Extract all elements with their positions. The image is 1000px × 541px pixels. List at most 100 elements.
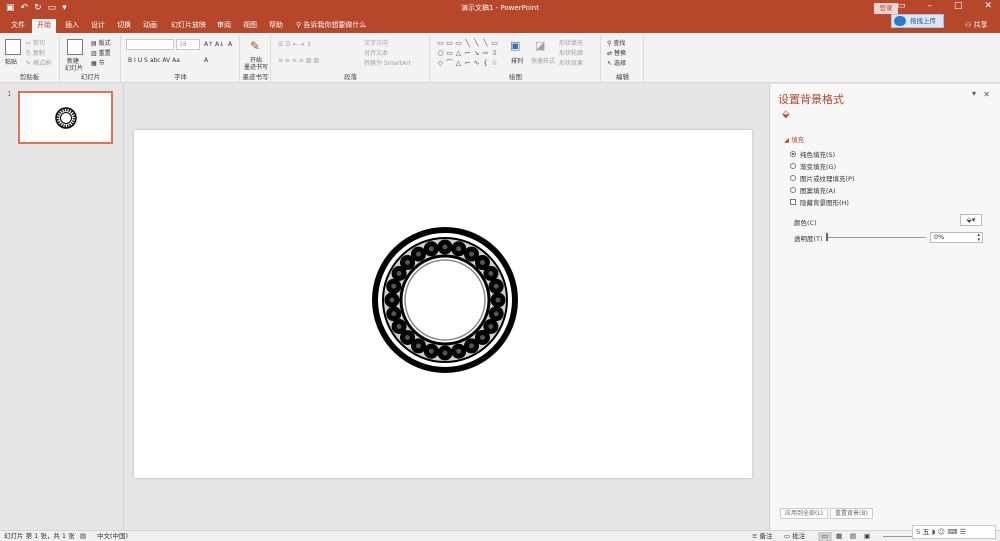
format-painter-label: 格式刷 [32, 60, 51, 67]
shapes-gallery[interactable]: ▭ ▭ ▭ ╲ ╲ ╲ ▭ ○ ▭ △ ⌐ ↘ ⇨ ⇩ ◇ ⌒ △ ⌐ ∿{☆ [436, 38, 498, 70]
transparency-slider-thumb[interactable] [826, 233, 828, 241]
layout-label: 版式 [98, 40, 111, 47]
radio-pattern[interactable] [790, 187, 796, 193]
fill-section-header[interactable]: ◢ 填充 [784, 134, 804, 144]
hide-graphics-checkbox[interactable] [790, 199, 796, 205]
spin-icon[interactable]: ▴ ▾ [977, 233, 980, 243]
tab-transitions[interactable]: 切换 [112, 19, 136, 33]
copy-button[interactable]: ⎘ 复制 [26, 48, 45, 58]
font-size-input[interactable]: 18 [176, 39, 200, 50]
find-button[interactable]: ⚲ 查找 [607, 38, 625, 47]
solid-fill-option[interactable]: 纯色填充(S) [790, 149, 835, 159]
close-icon[interactable]: ✕ [984, 1, 992, 11]
maximize-icon[interactable]: □ [954, 1, 963, 11]
hide-graphics-label: 隐藏背景图形(H) [800, 199, 849, 207]
radio-gradient[interactable] [790, 163, 796, 169]
slide-sorter-icon[interactable]: ▦ [836, 532, 842, 541]
bearing-ball-highlight [428, 246, 434, 252]
tab-insert[interactable]: 插入 [60, 19, 84, 33]
reading-view-icon[interactable]: ▤ [850, 532, 856, 541]
slide-thumbnail[interactable] [18, 91, 113, 144]
replace-button[interactable]: ⇄ 替换 [607, 48, 626, 57]
arrange-icon[interactable]: ▣ [510, 39, 520, 52]
format-painter-button[interactable]: ✎ 格式刷 [26, 58, 51, 67]
spellcheck-icon[interactable]: ▤ [80, 532, 86, 541]
grow-font-icon[interactable]: A↑ A↓ [204, 41, 224, 48]
section-button[interactable]: ▦ 节 [91, 58, 105, 67]
smartart-button[interactable]: 转换为 SmartArt [364, 58, 411, 67]
align-text-button[interactable]: 对齐文本 [364, 48, 388, 57]
font-color-icon[interactable]: A [204, 57, 208, 64]
reset-button[interactable]: ▥ 重置 [91, 48, 111, 57]
tell-me-search[interactable]: ⚲ 告诉我你想要做什么 [296, 20, 366, 30]
notes-button[interactable]: ≡ 备注 [752, 532, 773, 541]
group-clipboard: 粘贴 ✂ 剪切 ⎘ 复制 ✎ 格式刷 剪贴板 [0, 35, 60, 83]
bearing-graphic[interactable] [134, 130, 752, 478]
login-button[interactable]: 登录 [874, 3, 898, 14]
comments-button[interactable]: ▭ 批注 [784, 532, 805, 541]
new-slide-icon[interactable] [67, 39, 83, 55]
slide-canvas[interactable] [134, 130, 752, 478]
picture-fill-label: 图片或纹理填充(P) [800, 175, 855, 183]
minimize-icon[interactable]: – [927, 1, 932, 11]
font-style-icons[interactable]: B I U S abc AV Aa [128, 57, 180, 64]
shape-effects-button[interactable]: 形状效果 [559, 58, 583, 67]
align-icons[interactable]: ≡ ≡ ≡ ≡ ▥ ▥ [278, 57, 319, 64]
layout-button[interactable]: ▤ 版式 [91, 38, 111, 47]
tab-help[interactable]: 帮助 [264, 19, 288, 33]
select-button[interactable]: ↖ 选择 [607, 58, 626, 67]
font-name-input[interactable] [126, 39, 174, 50]
tab-animations[interactable]: 动画 [138, 19, 162, 33]
pattern-fill-option[interactable]: 图案填充(A) [790, 185, 836, 195]
tab-design[interactable]: 设计 [86, 19, 110, 33]
tab-view[interactable]: 视图 [238, 19, 262, 33]
quick-styles-icon[interactable]: ◪ [535, 39, 545, 52]
tab-slideshow[interactable]: 幻灯片放映 [166, 19, 211, 33]
gradient-fill-label: 渐变填充(G) [800, 163, 837, 171]
shape-outline-button[interactable]: 形状轮廓 [559, 48, 583, 57]
slides-label: 幻灯片 [80, 73, 101, 81]
apply-all-button[interactable]: 应用到全部(L) [780, 508, 829, 519]
paste-button[interactable]: 粘贴 [5, 57, 17, 66]
fill-section-label: 填充 [791, 136, 805, 144]
fill-bucket-icon[interactable]: ⬙ [782, 109, 790, 120]
pen-icon[interactable]: ✎ [250, 39, 260, 53]
start-ink-label-2[interactable]: 墨迹书写 [244, 62, 268, 71]
ime-toolbar[interactable]: S 五 ◗ ☺ ⌨ ☰ [912, 525, 996, 539]
find-label: 查找 [613, 40, 626, 47]
cut-button[interactable]: ✂ 剪切 [26, 38, 45, 47]
tab-review[interactable]: 审阅 [212, 19, 236, 33]
upload-button[interactable]: 拖拽上传 [891, 14, 944, 28]
close-icon[interactable]: ✕ [983, 90, 990, 99]
slideshow-icon[interactable]: ▣ [864, 532, 870, 541]
paste-icon[interactable] [5, 39, 21, 55]
shape-fill-button[interactable]: 形状填充 [559, 38, 583, 47]
share-button[interactable]: ⚇ 共享 [965, 20, 988, 30]
normal-view-icon[interactable]: ▭ [818, 532, 832, 541]
reset-label: 重置 [98, 50, 111, 57]
hide-graphics-option[interactable]: 隐藏背景图形(H) [790, 197, 849, 207]
color-label: 颜色(C) [794, 219, 817, 227]
gradient-fill-option[interactable]: 渐变填充(G) [790, 161, 836, 171]
select-label: 选择 [613, 60, 626, 67]
paragraph-label: 段落 [344, 73, 357, 81]
language-indicator[interactable]: 中文(中国) [97, 532, 128, 541]
quick-styles-button[interactable]: 快速样式 [531, 56, 555, 65]
color-picker-button[interactable]: ⬙▾ [960, 214, 982, 226]
list-icons[interactable]: ☰ ☰ ⇤ ⇥ ↕ [278, 41, 311, 48]
radio-solid[interactable] [790, 151, 796, 157]
tab-home[interactable]: 开始 [32, 19, 56, 33]
transparency-slider-track[interactable] [828, 237, 926, 238]
pane-options-icon[interactable]: ▾ [972, 89, 976, 98]
arrange-button[interactable]: 排列 [511, 56, 523, 65]
reset-background-button[interactable]: 重置背景(B) [830, 508, 873, 519]
text-direction-button[interactable]: 文字方向 [364, 38, 388, 47]
tab-file[interactable]: 文件 [6, 19, 30, 33]
transparency-input[interactable]: 0% ▴ ▾ [930, 232, 983, 243]
radio-picture[interactable] [790, 175, 796, 181]
ribbon-display-icon[interactable]: ▭ [897, 1, 906, 11]
picture-fill-option[interactable]: 图片或纹理填充(P) [790, 173, 855, 183]
drawing-label: 绘图 [509, 73, 522, 81]
bearing-ball-highlight [469, 251, 474, 257]
clear-format-icon[interactable]: A [228, 41, 232, 48]
